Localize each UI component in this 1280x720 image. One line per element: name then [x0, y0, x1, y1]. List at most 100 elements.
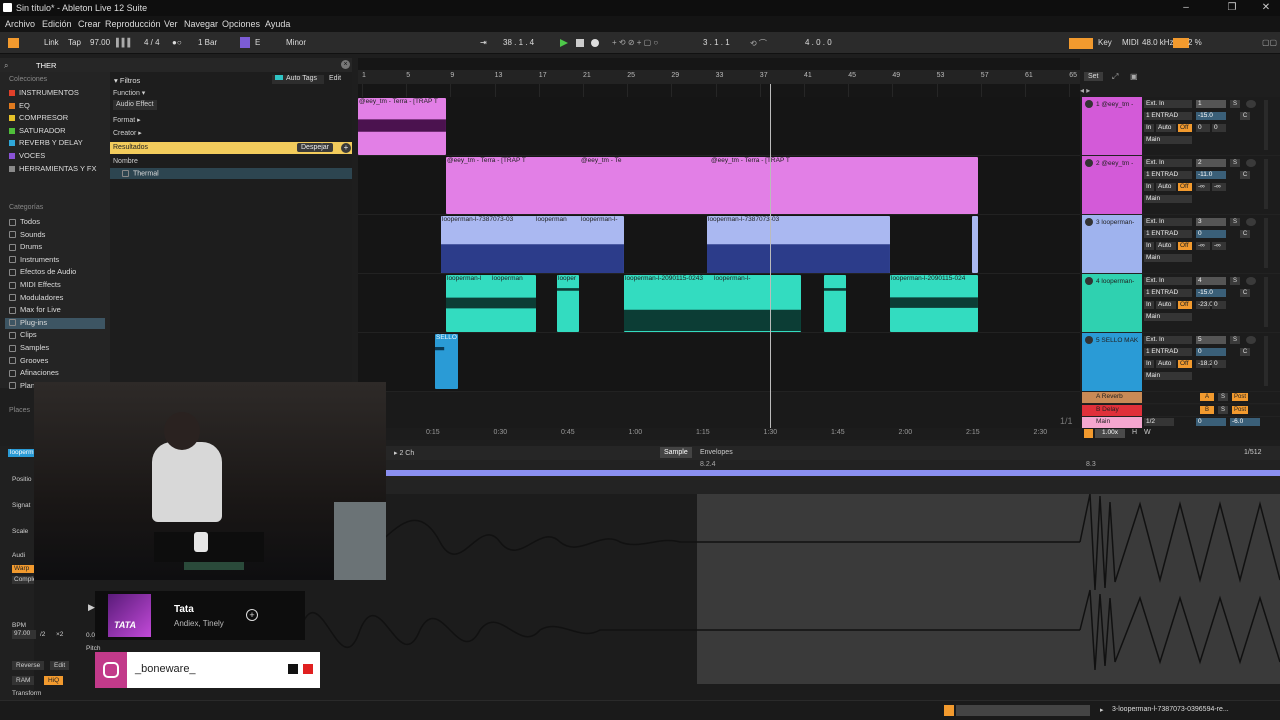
monitor-in-button[interactable]: In [1144, 183, 1154, 191]
post-button[interactable]: Post [1232, 405, 1248, 414]
stop-icon[interactable] [576, 39, 584, 47]
warp-mode-select[interactable]: Comple [12, 576, 34, 584]
category-item[interactable]: Samples [5, 343, 105, 354]
return-header[interactable]: Main [1082, 417, 1142, 428]
input-type-select[interactable]: Ext. In [1144, 277, 1192, 285]
midi-clip-icon[interactable] [944, 705, 954, 716]
input-channel-select[interactable]: 1 ENTRAD [1144, 348, 1192, 356]
minimize-icon[interactable]: – [1180, 2, 1192, 14]
add-song-icon[interactable]: + [246, 609, 258, 621]
auto-tags-button[interactable]: Auto Tags [272, 75, 324, 84]
monitor-off-button[interactable]: Off [1178, 124, 1192, 132]
pan-knob[interactable]: C [1240, 348, 1250, 356]
fold-icon[interactable] [1085, 277, 1093, 285]
collection-item[interactable]: SATURADOR [9, 126, 66, 137]
category-item[interactable]: MIDI Effects [5, 280, 105, 291]
send-b-field[interactable]: -∞ [1212, 183, 1226, 191]
collection-item[interactable]: VOCES [9, 151, 45, 162]
solo-button[interactable]: S [1218, 405, 1228, 414]
collection-item[interactable]: HERRAMIENTAS Y FX [9, 164, 97, 175]
solo-button[interactable]: S [1230, 277, 1240, 285]
send-a-field[interactable]: 0 [1196, 124, 1210, 132]
playhead[interactable] [770, 84, 771, 428]
category-item[interactable]: Sounds [5, 230, 105, 241]
main-fraction[interactable]: 1/2 [1144, 418, 1174, 426]
hiq-button[interactable]: HiQ [44, 676, 64, 685]
main-volume[interactable]: 0 [1196, 418, 1226, 426]
monitor-auto-button[interactable]: Auto [1156, 360, 1176, 368]
record-icon[interactable] [591, 39, 599, 47]
bar-ruler[interactable]: 1 5 9 13 17 21 25 29 33 37 41 45 49 53 57 61 65 [358, 70, 1080, 84]
track-name[interactable]: 3 looperman- [1096, 219, 1134, 226]
collection-item[interactable]: EQ [9, 101, 30, 112]
double-tempo-button[interactable]: ×2 [56, 631, 63, 638]
return-header[interactable]: A Reverb [1082, 392, 1142, 403]
reverse-button[interactable]: Reverse [12, 661, 45, 670]
monitor-off-button[interactable]: Off [1178, 360, 1192, 368]
maximize-icon[interactable]: ❐ [1226, 2, 1238, 14]
browser-toggle-icon[interactable] [8, 38, 19, 48]
result-item-thermal[interactable]: Thermal [110, 168, 352, 179]
overdub-icons[interactable]: + ⟲ ⊘ + ▢ ○ [612, 38, 658, 47]
clip-overview[interactable] [956, 705, 1090, 716]
solo-toggle-icon[interactable] [1084, 429, 1093, 438]
track-header[interactable]: 3 looperman- [1082, 215, 1142, 273]
transform-label[interactable]: Transform [12, 690, 41, 697]
zoom-field[interactable]: 1.00x [1095, 429, 1125, 438]
arm-icon[interactable] [1246, 277, 1256, 285]
solo-button[interactable]: S [1230, 100, 1240, 108]
category-item[interactable]: Max for Live [5, 305, 105, 316]
track-number[interactable]: 4 [1196, 277, 1226, 285]
category-item[interactable]: Todos [5, 217, 105, 228]
pan-knob[interactable]: C [1240, 289, 1250, 297]
arm-icon[interactable] [1246, 159, 1256, 167]
send-a-field[interactable]: -18.2 [1196, 360, 1213, 368]
menu-opciones[interactable]: Opciones [222, 19, 260, 29]
track-lane-3[interactable]: looperman-l-7387073-03 looperman looperman… [358, 215, 1080, 274]
quantize-select[interactable]: 1 Bar [198, 38, 217, 47]
metronome-icon[interactable]: ●○ [172, 38, 182, 47]
output-select[interactable]: Main [1144, 372, 1192, 380]
loop-start-field[interactable]: 3 . 1 . 1 [703, 38, 730, 47]
send-a-field[interactable]: -∞ [1196, 183, 1210, 191]
monitor-auto-button[interactable]: Auto [1156, 301, 1176, 309]
return-letter[interactable]: A [1200, 393, 1214, 401]
track-number[interactable]: 2 [1196, 159, 1226, 167]
category-item[interactable]: Instruments [5, 255, 105, 266]
output-select[interactable]: Main [1144, 195, 1192, 203]
midi-map-button[interactable]: MIDI [1122, 38, 1139, 47]
monitor-in-button[interactable]: In [1144, 360, 1154, 368]
filters-label[interactable]: ▾ Filtros [114, 76, 140, 85]
warp-button[interactable]: Warp [12, 565, 34, 573]
solo-button[interactable]: S [1218, 393, 1228, 401]
edit-sample-button[interactable]: Edit [50, 661, 70, 670]
send-b-field[interactable]: -∞ [1212, 242, 1226, 250]
clear-search-icon[interactable]: × [341, 60, 350, 69]
key-select[interactable]: E [255, 38, 260, 47]
volume-field[interactable]: -15.0 [1196, 112, 1226, 120]
w-button[interactable]: W [1144, 429, 1151, 436]
sample-waveform[interactable] [300, 494, 1280, 686]
collection-item[interactable]: REVERB Y DELAY [9, 138, 83, 149]
function-filter[interactable]: Function ▾ [113, 89, 145, 97]
detail-ruler[interactable]: 8.2.4 8.3 [386, 460, 1280, 470]
track-name[interactable]: 5 SELLO MAK [1096, 337, 1138, 344]
monitor-in-button[interactable]: In [1144, 242, 1154, 250]
menu-archivo[interactable]: Archivo [5, 19, 35, 29]
output-select[interactable]: Main [1144, 136, 1192, 144]
fold-icon[interactable] [1085, 159, 1093, 167]
track-header[interactable]: 1 @eey_tm - [1082, 97, 1142, 155]
input-channel-select[interactable]: 1 ENTRAD [1144, 230, 1192, 238]
set-button[interactable]: Set [1084, 72, 1103, 81]
fold-icon[interactable] [1085, 100, 1093, 108]
play-icon[interactable] [560, 39, 568, 47]
arm-icon[interactable] [1246, 100, 1256, 108]
category-item[interactable]: Efectos de Audio [5, 267, 105, 278]
menu-navegar[interactable]: Navegar [184, 19, 218, 29]
song-position-field[interactable]: 38 . 1 . 4 [503, 38, 534, 47]
bpm-field[interactable]: 97.00 [12, 630, 36, 639]
ram-button[interactable]: RAM [12, 676, 35, 685]
solo-button[interactable]: S [1230, 159, 1240, 167]
tap-button[interactable]: Tap [68, 38, 81, 47]
h-button[interactable]: H [1132, 429, 1137, 436]
